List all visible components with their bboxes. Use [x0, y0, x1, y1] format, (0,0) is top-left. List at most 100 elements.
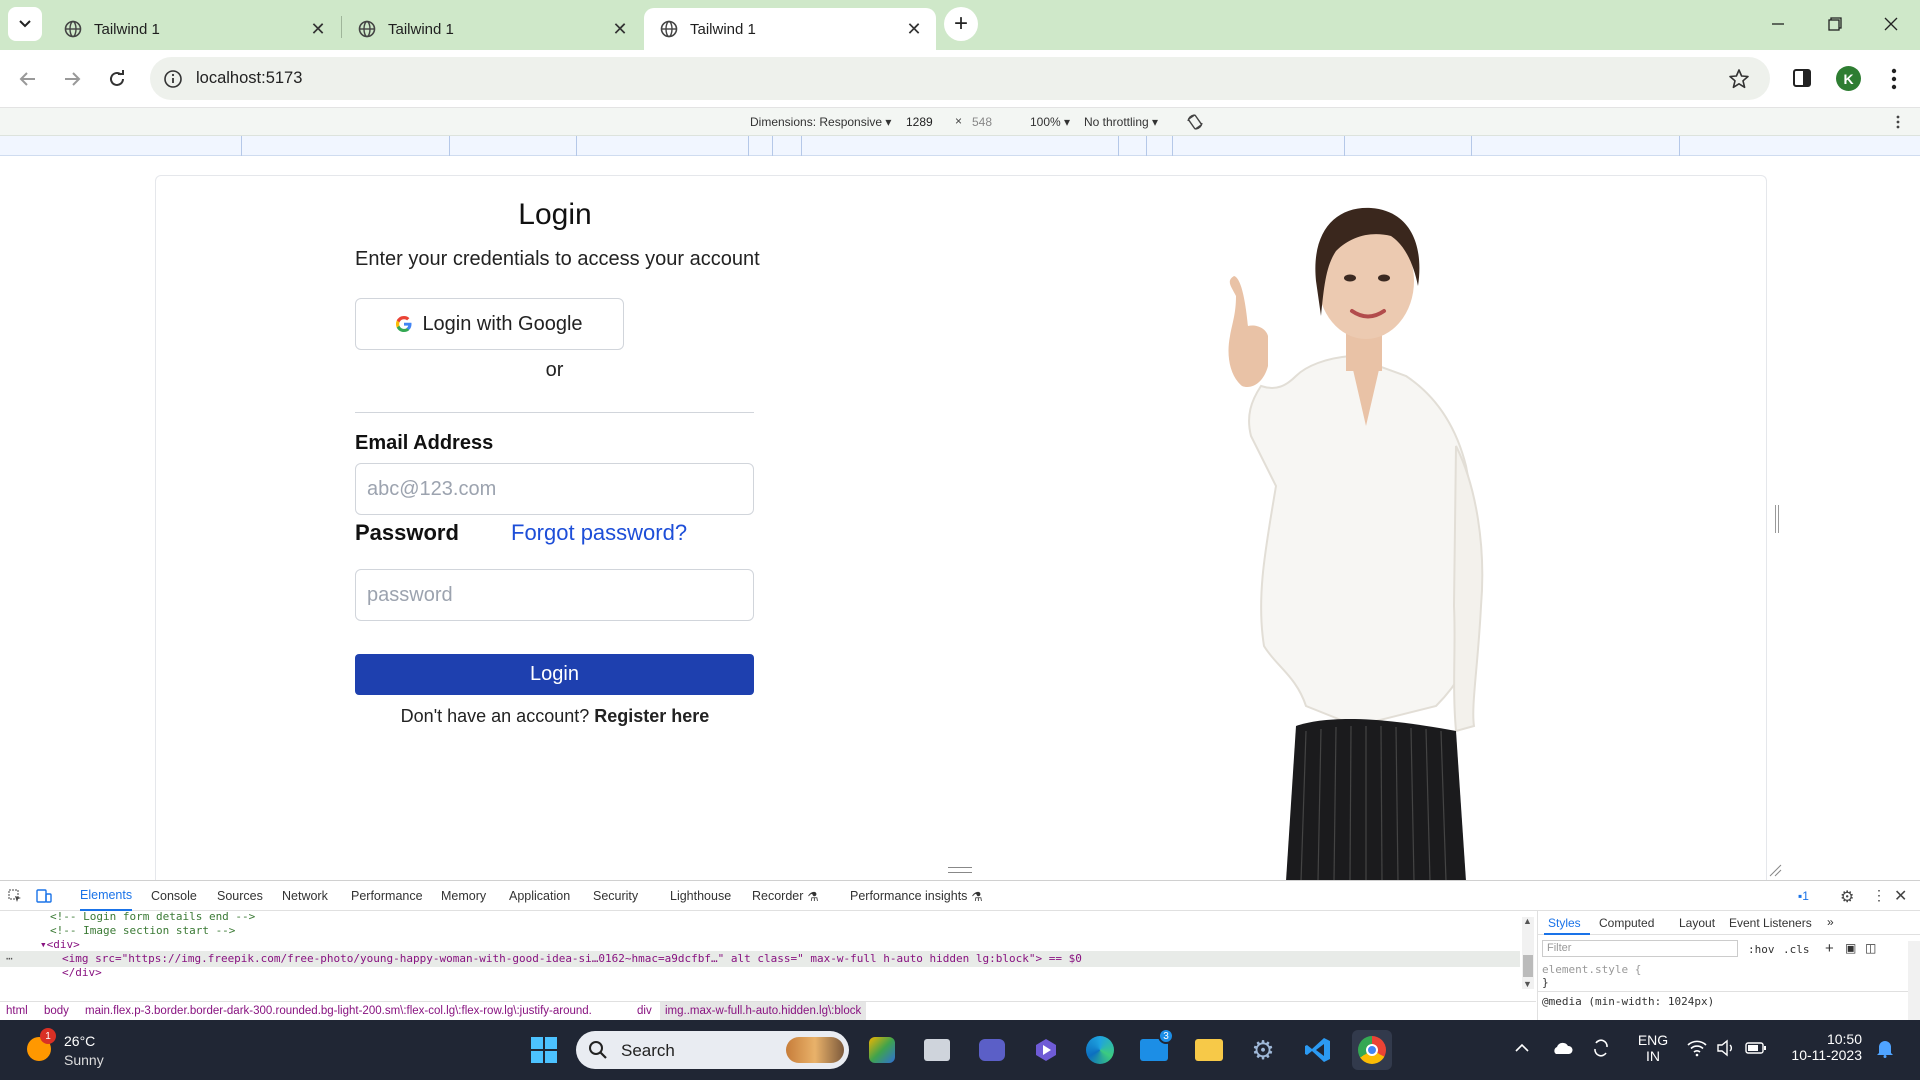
class-toggle[interactable]: .cls [1783, 943, 1810, 956]
taskbar-search-box[interactable]: Search [576, 1031, 849, 1069]
media-query-bar[interactable] [0, 136, 1920, 156]
devtools-tab-performance-insights[interactable]: Performance insights ⚗ [850, 881, 983, 911]
chrome-app-icon[interactable] [1352, 1030, 1392, 1070]
bookmark-star-icon[interactable] [1728, 68, 1750, 90]
media-player-icon[interactable] [1026, 1030, 1066, 1070]
rotate-icon[interactable] [1186, 113, 1204, 131]
computed-tab[interactable]: Computed [1599, 916, 1654, 930]
close-devtools-icon[interactable]: ✕ [1894, 886, 1907, 906]
tree-node-img-selected[interactable]: <img src="https://img.freepik.com/free-p… [62, 952, 1262, 965]
zoom-select[interactable]: 100% ▾ [1030, 115, 1070, 129]
site-info-icon[interactable] [162, 68, 184, 90]
battery-icon[interactable] [1745, 1041, 1767, 1055]
devtools-tab-recorder[interactable]: Recorder ⚗ [752, 881, 819, 911]
close-tab-icon[interactable]: ✕ [902, 17, 926, 41]
close-tab-icon[interactable]: ✕ [306, 17, 330, 41]
height-input[interactable]: 548 [972, 115, 1018, 129]
edge-browser-icon[interactable] [1080, 1030, 1120, 1070]
sync-icon[interactable] [1591, 1038, 1611, 1058]
password-input[interactable]: password [355, 569, 754, 621]
devtools-tab-memory[interactable]: Memory [441, 881, 486, 911]
email-input[interactable]: abc@123.com [355, 463, 754, 515]
sidebar-toggle-icon[interactable]: ◫ [1865, 941, 1876, 955]
login-submit-button[interactable]: Login [355, 654, 754, 695]
devtools-tab-lighthouse[interactable]: Lighthouse [670, 881, 731, 911]
close-tab-icon[interactable]: ✕ [608, 17, 632, 41]
width-input[interactable]: 1289 [906, 115, 952, 129]
side-panel-icon[interactable] [1792, 68, 1812, 88]
vscode-icon[interactable] [1298, 1030, 1338, 1070]
weather-widget[interactable]: 1 26°C Sunny [14, 1028, 244, 1072]
notification-bell-icon[interactable] [1876, 1038, 1894, 1058]
browser-tab-active[interactable]: Tailwind 1 ✕ [644, 8, 936, 50]
elements-scrollbar[interactable]: ▲ ▼ [1522, 916, 1534, 989]
tree-comment[interactable]: <!-- Image section start --> [50, 924, 235, 937]
device-toggle-icon[interactable] [36, 888, 52, 904]
add-rule-icon[interactable]: + [1825, 940, 1834, 957]
url-text[interactable]: localhost:5173 [196, 69, 302, 88]
throttling-select[interactable]: No throttling ▾ [1084, 115, 1158, 129]
paint-brush-icon[interactable]: ▣ [1845, 941, 1856, 955]
profile-avatar[interactable]: K [1836, 66, 1861, 91]
viewport-corner-resize-icon[interactable] [1768, 863, 1782, 877]
minimize-button[interactable] [1766, 14, 1790, 34]
settings-gear-icon[interactable]: ⚙ [1840, 887, 1854, 907]
layout-tab[interactable]: Layout [1679, 916, 1715, 930]
forward-button[interactable] [54, 61, 90, 97]
browser-tab[interactable]: Tailwind 1 ✕ [342, 8, 642, 50]
mail-app-icon[interactable]: 3 [1134, 1028, 1174, 1070]
register-link[interactable]: Register here [594, 706, 709, 726]
dimensions-select[interactable]: Dimensions: Responsive ▾ [750, 115, 891, 129]
device-toolbar-menu-icon[interactable] [1894, 114, 1902, 130]
more-tabs-icon[interactable]: » [1827, 915, 1834, 929]
issues-badge[interactable]: ▪1 [1798, 889, 1809, 903]
scroll-up-icon[interactable]: ▲ [1523, 916, 1532, 926]
address-bar[interactable]: localhost:5173 [150, 57, 1770, 100]
devtools-tab-security[interactable]: Security [593, 881, 638, 911]
tab-search-button[interactable] [8, 7, 42, 41]
breadcrumb-item[interactable]: html [6, 1005, 28, 1017]
scroll-down-icon[interactable]: ▼ [1523, 979, 1532, 989]
hover-state-toggle[interactable]: :hov [1748, 943, 1775, 956]
devtools-tab-elements[interactable]: Elements [80, 881, 133, 911]
new-tab-button[interactable]: + [944, 7, 978, 41]
close-window-button[interactable] [1879, 14, 1903, 34]
viewport-resize-handle[interactable] [1775, 505, 1779, 533]
styles-scrollbar[interactable] [1908, 941, 1920, 1021]
viewport-bottom-resize-handle[interactable] [948, 867, 972, 873]
devtools-tab-application[interactable]: Application [509, 881, 570, 911]
browser-tab[interactable]: Tailwind 1 ✕ [48, 8, 340, 50]
media-query-rule[interactable]: @media (min-width: 1024px) [1542, 995, 1714, 1008]
teams-chat-icon[interactable] [972, 1030, 1012, 1070]
inspect-element-icon[interactable] [8, 889, 22, 903]
wifi-icon[interactable] [1686, 1039, 1708, 1057]
tree-comment[interactable]: <!-- Login form details end --> [50, 911, 255, 923]
restore-button[interactable] [1822, 14, 1846, 34]
tree-node-div-close[interactable]: </div> [62, 966, 102, 979]
breadcrumb-item[interactable]: div [637, 1005, 652, 1017]
devtools-tab-sources[interactable]: Sources [217, 881, 263, 911]
devtools-tab-network[interactable]: Network [282, 881, 328, 911]
browser-menu-icon[interactable] [1884, 66, 1904, 92]
show-hidden-icons[interactable] [1514, 1040, 1530, 1056]
devtools-menu-icon[interactable]: ⋮ [1872, 887, 1886, 904]
forgot-password-link[interactable]: Forgot password? [511, 520, 687, 546]
settings-app-icon[interactable]: ⚙ [1243, 1030, 1283, 1070]
event-listeners-tab[interactable]: Event Listeners [1729, 916, 1812, 930]
google-login-button[interactable]: Login with Google [355, 298, 624, 350]
task-view-icon[interactable] [917, 1030, 957, 1070]
start-button[interactable] [524, 1030, 564, 1070]
element-style-rule[interactable]: element.style { [1542, 963, 1641, 976]
tree-node-div[interactable]: ▾<div> [40, 938, 80, 951]
breadcrumb-item[interactable]: main.flex.p-3.border.border-dark-300.rou… [85, 1005, 592, 1017]
devtools-tab-console[interactable]: Console [151, 881, 197, 911]
styles-filter-input[interactable]: Filter [1542, 940, 1738, 957]
clock[interactable]: 10:50 10-11-2023 [1778, 1031, 1862, 1063]
volume-icon[interactable] [1716, 1039, 1736, 1057]
onedrive-cloud-icon[interactable] [1551, 1040, 1573, 1056]
file-explorer-icon[interactable] [1189, 1030, 1229, 1070]
breadcrumb-item[interactable]: body [44, 1005, 69, 1017]
breadcrumb-item-selected[interactable]: img..max-w-full.h-auto.hidden.lg\:block [660, 1002, 867, 1022]
widgets-app-icon[interactable] [862, 1030, 902, 1070]
language-indicator[interactable]: ENG IN [1636, 1032, 1670, 1064]
